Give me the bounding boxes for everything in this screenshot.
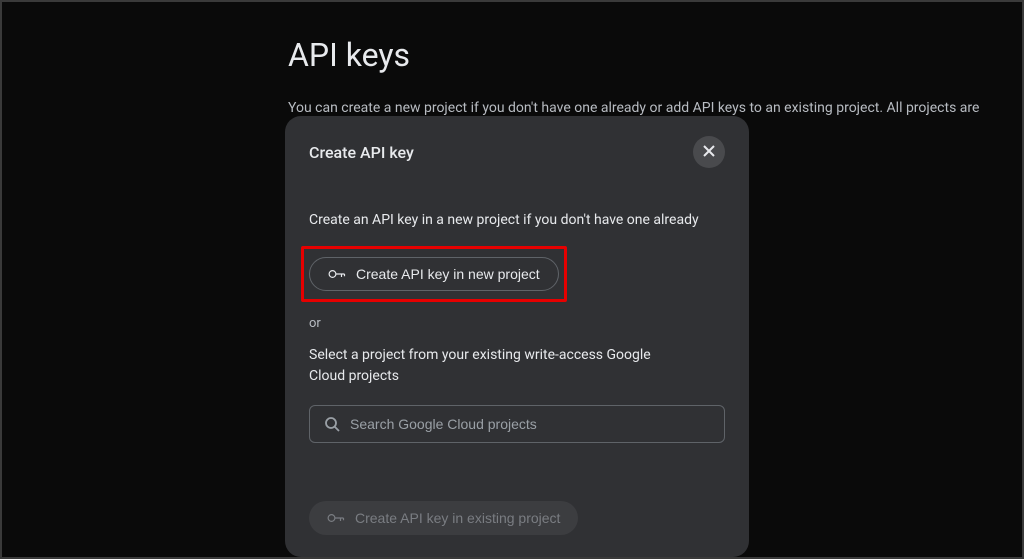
close-icon bbox=[701, 143, 717, 162]
new-project-instruction: Create an API key in a new project if yo… bbox=[309, 212, 725, 228]
modal-title: Create API key bbox=[309, 143, 414, 162]
key-icon bbox=[327, 512, 345, 524]
search-project-field[interactable] bbox=[309, 405, 725, 443]
search-icon bbox=[324, 416, 340, 432]
modal-backdrop: Create API key Create an API key in a ne… bbox=[2, 2, 1022, 557]
or-divider-text: or bbox=[309, 316, 725, 331]
select-project-instruction: Select a project from your existing writ… bbox=[309, 345, 689, 387]
create-api-key-modal: Create API key Create an API key in a ne… bbox=[285, 116, 749, 557]
key-icon bbox=[328, 268, 346, 280]
create-api-key-new-project-button[interactable]: Create API key in new project bbox=[309, 257, 559, 291]
create-new-project-label: Create API key in new project bbox=[356, 266, 540, 282]
search-input[interactable] bbox=[350, 416, 710, 432]
highlight-annotation: Create API key in new project bbox=[301, 246, 567, 302]
create-existing-project-label: Create API key in existing project bbox=[355, 510, 560, 526]
create-api-key-existing-project-button[interactable]: Create API key in existing project bbox=[309, 501, 578, 535]
close-button[interactable] bbox=[693, 136, 725, 168]
